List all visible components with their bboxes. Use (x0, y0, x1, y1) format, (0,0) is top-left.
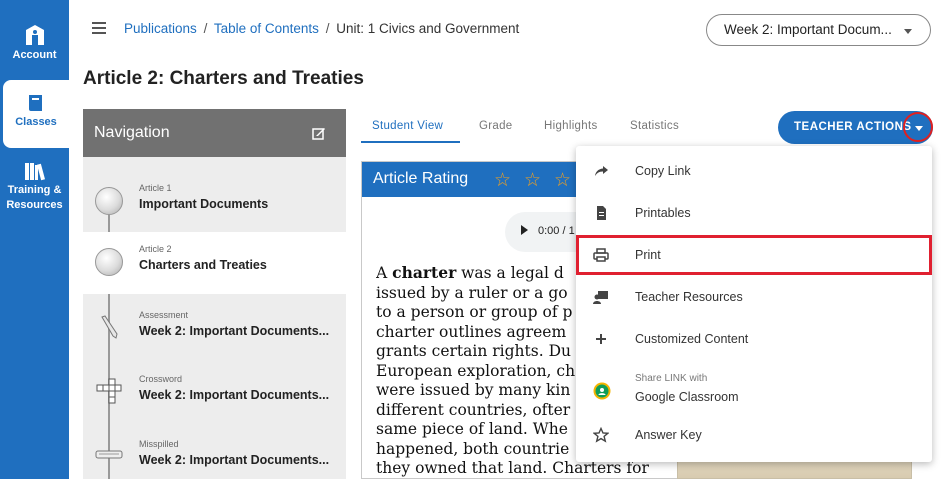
nav-item-article-2[interactable]: Article 2 Charters and Treaties (83, 232, 346, 294)
article-rating-label: Article Rating (373, 170, 469, 187)
left-sidebar: Account Classes Training & Resources (0, 0, 69, 479)
menu-item-google-classroom[interactable]: Share LINK with Google Classroom (576, 371, 932, 411)
menu-item-teacher-resources[interactable]: Teacher Resources (576, 277, 932, 317)
nav-item-assessment[interactable]: Assessment Week 2: Important Documents..… (83, 298, 346, 360)
active-tab-underline (361, 141, 460, 143)
nav-item-type: Misspilled (139, 439, 179, 449)
nav-item-crossword[interactable]: Crossword Week 2: Important Documents... (83, 362, 346, 424)
menu-item-label: Answer Key (635, 428, 702, 442)
plus-icon (596, 334, 606, 344)
menu-item-print[interactable]: Print (576, 235, 932, 275)
bead-icon (95, 248, 123, 276)
week-select[interactable]: Week 2: Important Docum... (706, 14, 931, 46)
sidebar-item-label: Training & (7, 184, 62, 196)
navigation-title: Navigation (94, 124, 170, 141)
teacher-icon (593, 291, 608, 304)
sidebar-item-training[interactable]: Training & Resources (0, 161, 69, 213)
menu-item-printables[interactable]: Printables (576, 193, 932, 233)
printer-icon (593, 248, 609, 262)
edit-icon[interactable] (312, 126, 326, 140)
menu-item-label: Customized Content (635, 332, 749, 346)
chevron-down-icon (904, 29, 912, 34)
menu-item-copy-link[interactable]: Copy Link (576, 151, 932, 191)
nav-item-name: Charters and Treaties (139, 258, 267, 272)
menu-item-label: Printables (635, 206, 691, 220)
sidebar-item-account[interactable]: Account (0, 24, 69, 63)
menu-item-label: Google Classroom (635, 390, 739, 404)
caret-down-icon (915, 126, 923, 131)
nav-item-name: Important Documents (139, 197, 269, 211)
menu-item-label: Print (635, 248, 661, 262)
star-outline-icon[interactable]: ☆ (554, 169, 571, 192)
tab-highlights[interactable]: Highlights (544, 120, 598, 132)
tab-grade[interactable]: Grade (479, 120, 512, 132)
google-classroom-icon (593, 382, 611, 400)
sidebar-item-label: Classes (15, 116, 57, 128)
teacher-actions-dropdown-toggle[interactable] (903, 112, 933, 142)
nav-item-article-1[interactable]: Article 1 Important Documents (83, 171, 346, 233)
nav-item-type: Assessment (139, 310, 189, 320)
breadcrumb: Publications / Table of Contents / Unit:… (124, 21, 519, 36)
account-icon (25, 25, 44, 45)
star-outline-icon[interactable]: ☆ (494, 169, 511, 192)
breadcrumb-separator: / (325, 21, 330, 36)
breadcrumb-current: Unit: 1 Civics and Government (336, 21, 520, 36)
sidebar-item-classes[interactable]: Classes (3, 80, 69, 148)
play-icon[interactable] (521, 225, 528, 235)
nav-item-name: Week 2: Important Documents... (139, 388, 330, 402)
menu-item-sublabel: Share LINK with (635, 373, 708, 384)
teacher-actions-label: TEACHER ACTIONS (794, 121, 912, 133)
nav-item-type: Crossword (139, 374, 183, 384)
menu-item-label: Teacher Resources (635, 290, 743, 304)
books-icon (24, 163, 45, 181)
sidebar-item-label: Account (12, 49, 57, 61)
bead-icon (95, 187, 123, 215)
breadcrumb-separator: / (203, 21, 208, 36)
menu-item-customized-content[interactable]: Customized Content (576, 319, 932, 359)
star-outline-icon (593, 427, 609, 443)
article-keyword: charter (392, 263, 457, 282)
nav-item-type: Article 1 (139, 183, 172, 193)
breadcrumb-toc[interactable]: Table of Contents (214, 21, 319, 36)
week-select-value: Week 2: Important Docum... (724, 22, 892, 37)
nav-item-name: Week 2: Important Documents... (139, 324, 330, 338)
nav-item-name: Week 2: Important Documents... (139, 453, 330, 467)
misspelled-icon (95, 450, 123, 459)
page-title: Article 2: Charters and Treaties (83, 68, 364, 89)
article-text-lead: A (376, 264, 393, 282)
nav-item-misspilled[interactable]: Misspilled Week 2: Important Documents..… (83, 427, 346, 479)
menu-item-label: Copy Link (635, 164, 691, 178)
pencil-icon (101, 315, 118, 339)
navigation-header: Navigation (83, 109, 346, 157)
document-icon (597, 206, 606, 220)
nav-item-type: Article 2 (139, 244, 172, 254)
teacher-actions-menu: Copy Link Printables Print Teacher Resou… (576, 146, 932, 462)
crossword-icon (96, 378, 122, 404)
audio-time: 0:00 / 1 (538, 225, 575, 237)
share-arrow-icon (595, 166, 608, 176)
menu-item-answer-key[interactable]: Answer Key (576, 415, 932, 455)
book-icon (29, 95, 42, 111)
tab-student-view[interactable]: Student View (372, 120, 443, 132)
tab-statistics[interactable]: Statistics (630, 120, 679, 132)
star-outline-icon[interactable]: ☆ (524, 169, 541, 192)
navigation-panel: Navigation Article 1 Important Documents… (83, 109, 346, 479)
hamburger-menu-icon[interactable] (92, 22, 106, 36)
breadcrumb-publications[interactable]: Publications (124, 21, 197, 36)
sidebar-item-label-2: Resources (6, 199, 63, 211)
